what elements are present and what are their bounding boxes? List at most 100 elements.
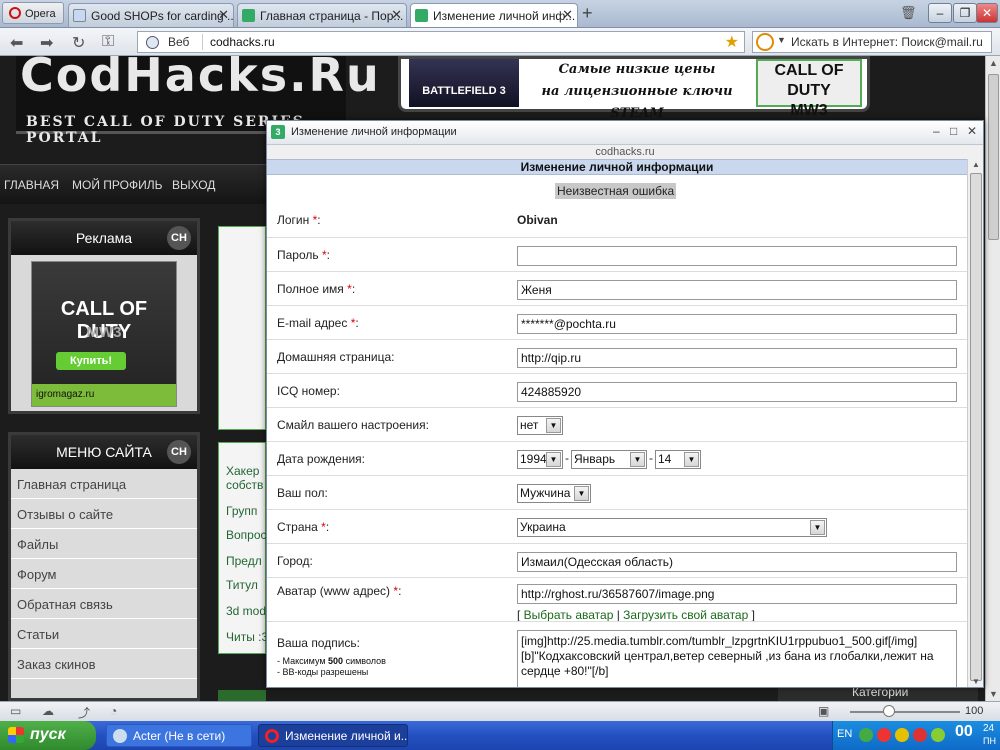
scroll-thumb[interactable] [988, 74, 999, 240]
country-select[interactable]: Украина ▼ [517, 518, 827, 537]
birth-day-select[interactable]: 14 ▼ [655, 450, 701, 469]
scroll-up-icon[interactable]: ▲ [989, 58, 998, 68]
close-icon[interactable]: ✕ [967, 124, 977, 138]
nav-profile[interactable]: МОЙ ПРОФИЛЬ [72, 178, 163, 192]
icq-icon[interactable] [931, 728, 945, 742]
antivirus-icon[interactable] [877, 728, 891, 742]
fullname-field[interactable]: Женя [517, 280, 957, 300]
center-content-box [218, 226, 266, 430]
task-opera[interactable]: Изменение личной и... [258, 724, 408, 747]
scroll-down-icon[interactable]: ▼ [989, 689, 998, 699]
signature-note-max: - Максимум 500 символов [277, 656, 386, 666]
signature-note-bbcode: - BB-коды разрешены [277, 667, 369, 677]
tab-main-page[interactable]: Главная страница - Пор... ✕ [237, 3, 407, 27]
reload-icon[interactable]: ↻ [72, 33, 85, 53]
share-icon[interactable]: ⤴ [78, 704, 90, 721]
chevron-down-icon: ▼ [574, 486, 589, 501]
cloud-icon[interactable]: ☁ [42, 704, 54, 718]
minimize-icon[interactable]: – [933, 124, 940, 138]
upload-avatar-link[interactable]: Загрузить свой аватар [623, 608, 748, 622]
scroll-up-icon[interactable]: ▲ [972, 160, 980, 169]
minimize-button[interactable]: – [928, 3, 952, 23]
new-tab-button[interactable]: + [582, 3, 593, 24]
trash-icon[interactable]: 🗑 [900, 5, 917, 21]
maximize-icon[interactable]: □ [950, 124, 957, 138]
ad-buy-button[interactable]: Купить! [56, 352, 126, 370]
bookmark-star-icon[interactable]: ★ [725, 32, 739, 52]
network-icon[interactable] [859, 728, 873, 742]
steam-keys-banner[interactable]: BATTLEFIELD 3 Самые низкие цены на лицен… [398, 56, 870, 121]
icq-label: ICQ номер: [277, 384, 340, 398]
mood-value: нет [520, 418, 539, 432]
menu-item-reviews[interactable]: Отзывы о сайте [11, 499, 197, 529]
forward-icon[interactable]: ➡ [40, 33, 53, 53]
task-acter[interactable]: Acter (Не в сети) [106, 724, 252, 747]
cod-banner-image: CALL OF DUTY MW3 [756, 59, 862, 119]
password-field[interactable] [517, 246, 957, 266]
messenger-icon[interactable] [895, 728, 909, 742]
email-field[interactable]: *******@pochta.ru [517, 314, 957, 334]
homepage-field[interactable]: http://qip.ru [517, 348, 957, 368]
chevron-down-icon[interactable]: ▼ [777, 35, 786, 45]
search-field[interactable]: ▼ Искать в Интернет: Поиск@mail.ru [752, 31, 992, 53]
gender-label: Ваш пол: [277, 486, 328, 500]
avatar-url-field[interactable]: http://rghost.ru/36587607/image.png [517, 584, 957, 604]
close-tab-icon[interactable]: ✕ [391, 7, 402, 23]
globe-icon [146, 36, 159, 49]
signature-textarea[interactable]: [img]http://25.media.tumblr.com/tumblr_l… [517, 630, 957, 687]
menu-item-home[interactable]: Главная страница [11, 469, 197, 499]
banner-text: Самые низкие цены на лицензионные ключи … [521, 59, 753, 121]
restore-button[interactable]: ❐ [953, 3, 977, 23]
opera-menu-button[interactable]: Opera [2, 2, 64, 24]
menu-item-feedback[interactable]: Обратная связь [11, 589, 197, 619]
close-window-button[interactable]: ✕ [976, 3, 998, 23]
popup-scrollbar[interactable]: ▲ ▼ [967, 159, 983, 687]
windows-flag-icon [8, 727, 24, 743]
panel-toggle-icon[interactable]: ▭ [10, 704, 21, 718]
menu-item-files[interactable]: Файлы [11, 529, 197, 559]
address-field[interactable]: Веб codhacks.ru ★ [137, 31, 745, 53]
gender-select[interactable]: Мужчина ▼ [517, 484, 591, 503]
address-url: codhacks.ru [210, 35, 275, 49]
nav-home[interactable]: ГЛАВНАЯ [4, 178, 59, 192]
menu-item-forum[interactable]: Форум [11, 559, 197, 589]
info-label: Титул [226, 578, 258, 592]
back-icon[interactable]: ⬅ [10, 33, 23, 53]
gender-row: Ваш пол: Мужчина ▼ [267, 475, 967, 509]
site-favicon-icon: 3 [271, 125, 285, 139]
language-indicator[interactable]: EN [837, 728, 852, 740]
country-row: Страна *: Украина ▼ [267, 509, 967, 543]
gear-icon [113, 729, 127, 743]
mood-select[interactable]: нет ▼ [517, 416, 563, 435]
menu-item-articles[interactable]: Статьи [11, 619, 197, 649]
zoom-slider-track[interactable] [850, 711, 960, 713]
tab-good-shops[interactable]: Good SHOPs for carding ... ✕ [68, 3, 234, 27]
ad-site: igromagaz.ru [32, 384, 176, 406]
start-button[interactable]: пуск [0, 721, 96, 750]
zoom-slider-knob[interactable] [883, 705, 895, 717]
fullname-label: Полное имя *: [277, 282, 356, 296]
speed-dial-icon[interactable]: ◔ [110, 704, 117, 718]
key-icon[interactable]: ⚿ [102, 33, 114, 51]
search-engine-icon[interactable] [756, 33, 774, 51]
chevron-down-icon: ▼ [546, 418, 561, 433]
alert-icon[interactable] [913, 728, 927, 742]
scroll-thumb[interactable] [970, 173, 982, 681]
close-tab-icon[interactable]: ✕ [562, 7, 573, 23]
view-icon[interactable]: ▣ [818, 704, 829, 718]
date-separator: - [565, 451, 569, 465]
chevron-down-icon: ▼ [630, 452, 645, 467]
tab-edit-profile[interactable]: Изменение личной инф... ✕ [410, 3, 578, 27]
city-field[interactable]: Измаил(Одесская область) [517, 552, 957, 572]
ad-banner[interactable]: CALL OF DUTY MW3 Купить! igromagaz.ru [31, 261, 177, 407]
date-separator: - [649, 451, 653, 465]
choose-avatar-link[interactable]: Выбрать аватар [524, 608, 614, 622]
birth-year-select[interactable]: 1994 ▼ [517, 450, 563, 469]
menu-item-skins[interactable]: Заказ скинов [11, 649, 197, 679]
page-scrollbar[interactable]: ▲ ▼ [985, 56, 1000, 701]
nav-logout[interactable]: ВЫХОД [172, 178, 215, 192]
scroll-down-icon[interactable]: ▼ [972, 677, 980, 686]
icq-field[interactable]: 424885920 [517, 382, 957, 402]
birth-month-select[interactable]: Январь ▼ [571, 450, 647, 469]
close-tab-icon[interactable]: ✕ [218, 7, 229, 23]
